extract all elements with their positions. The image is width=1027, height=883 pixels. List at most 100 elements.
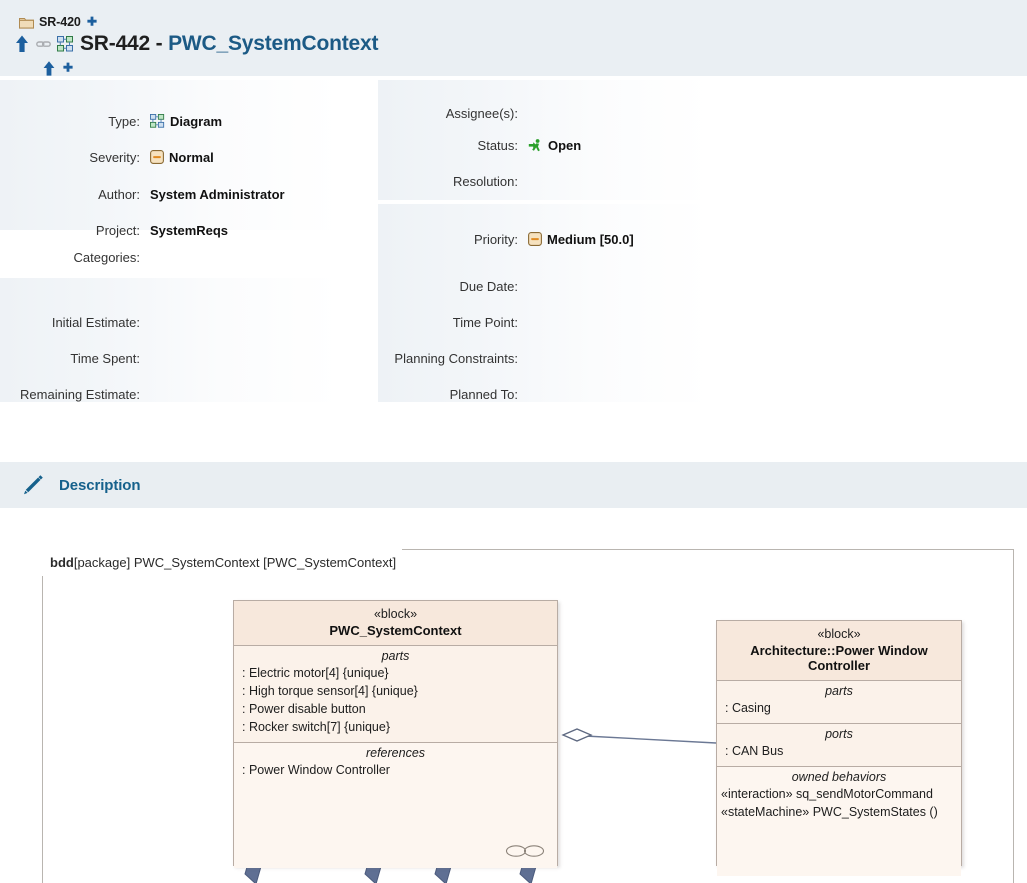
block-stereotype: «block»	[238, 607, 553, 621]
compartment-title: parts	[717, 684, 961, 698]
compartment-title: owned behaviors	[717, 770, 961, 784]
field-label: Severity:	[0, 150, 140, 165]
field-label: Assignee(s):	[378, 106, 518, 121]
field-value-text: Normal	[169, 150, 214, 165]
field-value: System Administrator	[150, 187, 285, 202]
medium-priority-icon	[528, 232, 542, 246]
field-type: Type: Diagram	[0, 112, 222, 130]
field-priority: Priority: Medium [50.0]	[378, 230, 634, 248]
up-arrow-icon[interactable]	[14, 34, 30, 54]
field-planned-to: Planned To:	[378, 385, 528, 403]
page-title-id: SR-442	[80, 32, 150, 55]
field-label: Planned To:	[378, 387, 518, 402]
field-value-text: Medium [50.0]	[547, 232, 634, 247]
field-label: Resolution:	[378, 174, 518, 189]
compartment-item: : Casing	[717, 699, 961, 717]
bdd-frame-kind: bdd	[50, 555, 74, 570]
field-label: Initial Estimate:	[0, 315, 140, 330]
up-arrow-icon[interactable]	[42, 60, 56, 77]
block-header: «block» Architecture::Power Window Contr…	[717, 621, 961, 681]
field-value-text: Open	[548, 138, 581, 153]
page-title-name: PWC_SystemContext	[168, 32, 378, 55]
field-value: SystemReqs	[150, 223, 228, 238]
field-label: Time Spent:	[0, 351, 140, 366]
add-icon[interactable]	[86, 16, 98, 28]
field-label: Planning Constraints:	[378, 351, 518, 366]
block-pwc-system-context[interactable]: «block» PWC_SystemContext parts : Electr…	[233, 600, 558, 866]
block-power-window-controller[interactable]: «block» Architecture::Power Window Contr…	[716, 620, 962, 866]
block-compartment-parts: parts : Electric motor[4] {unique} : Hig…	[234, 646, 557, 743]
normal-severity-icon	[150, 150, 164, 164]
field-label: Status:	[378, 138, 518, 153]
field-remaining-estimate: Remaining Estimate:	[0, 385, 150, 403]
compartment-item: : Electric motor[4] {unique}	[234, 664, 557, 682]
block-name: Architecture::Power Window Controller	[721, 643, 957, 673]
field-label: Remaining Estimate:	[0, 387, 140, 402]
fields-area: Type: Diagram Severity:	[0, 76, 1027, 421]
add-icon[interactable]	[62, 62, 74, 74]
folder-icon	[19, 16, 34, 29]
compartment-item: : Rocker switch[7] {unique}	[234, 718, 557, 736]
compartment-item: : CAN Bus	[717, 742, 961, 760]
field-time-spent: Time Spent:	[0, 349, 150, 367]
section-title: Description	[59, 477, 140, 494]
field-status: Status: Open	[378, 136, 581, 154]
compartment-title: parts	[234, 649, 557, 663]
block-compartment-owned-behaviors: owned behaviors «interaction» sq_sendMot…	[717, 767, 961, 876]
field-time-point: Time Point:	[378, 313, 528, 331]
field-value-text: System Administrator	[150, 187, 285, 202]
field-value: Diagram	[150, 114, 222, 129]
diagram-icon	[57, 36, 74, 53]
compartment-item: : Power Window Controller	[234, 761, 557, 779]
pencil-icon	[20, 472, 46, 498]
sub-icon-row	[42, 59, 1027, 77]
left-panel-time	[0, 278, 340, 402]
field-project: Project: SystemReqs	[0, 221, 228, 239]
block-compartment-ports: ports : CAN Bus	[717, 724, 961, 767]
description-section-header[interactable]: Description	[0, 462, 1027, 508]
compartment-title: ports	[717, 727, 961, 741]
field-label: Categories:	[0, 250, 140, 265]
compartment-item: «stateMachine» PWC_SystemStates ()	[717, 803, 961, 821]
field-severity: Severity: Normal	[0, 148, 214, 166]
compartment-item: : Power disable button	[234, 700, 557, 718]
field-label: Type:	[0, 114, 140, 129]
constraint-port-icon	[505, 844, 545, 858]
field-author: Author: System Administrator	[0, 185, 285, 203]
field-label: Author:	[0, 187, 140, 202]
page-header: SR-420 SR-44	[0, 0, 1027, 76]
field-value-text: Diagram	[170, 114, 222, 129]
breadcrumb-parent-id[interactable]: SR-420	[39, 15, 81, 29]
link-icon[interactable]	[36, 38, 51, 50]
breadcrumb[interactable]: SR-420	[19, 14, 1027, 30]
field-label: Priority:	[378, 232, 518, 247]
field-planning-constraints: Planning Constraints:	[378, 349, 528, 367]
compartment-title: references	[234, 746, 557, 760]
block-stereotype: «block»	[721, 627, 957, 641]
field-value: Open	[528, 138, 581, 153]
open-status-icon	[528, 138, 543, 153]
field-label: Project:	[0, 223, 140, 238]
compartment-item: «interaction» sq_sendMotorCommand	[717, 785, 961, 803]
block-compartment-references: references : Power Window Controller	[234, 743, 557, 868]
field-initial-estimate: Initial Estimate:	[0, 313, 150, 331]
diagram-icon	[150, 114, 165, 129]
page-title: SR-442 - PWC_SystemContext	[80, 32, 378, 56]
page-title-row: SR-442 - PWC_SystemContext	[14, 32, 1027, 56]
field-label: Time Point:	[378, 315, 518, 330]
description-diagram: bdd[package] PWC_SystemContext [PWC_Syst…	[0, 508, 1027, 883]
block-header: «block» PWC_SystemContext	[234, 601, 557, 646]
field-resolution: Resolution:	[378, 172, 528, 190]
bdd-frame-label-rest: [package] PWC_SystemContext [PWC_SystemC…	[74, 555, 396, 570]
field-categories: Categories:	[0, 248, 150, 266]
field-label: Due Date:	[378, 279, 518, 294]
field-value-text: SystemReqs	[150, 223, 228, 238]
field-assignees: Assignee(s):	[378, 104, 528, 122]
field-value: Medium [50.0]	[528, 232, 634, 247]
compartment-item: : High torque sensor[4] {unique}	[234, 682, 557, 700]
bdd-frame-label: bdd[package] PWC_SystemContext [PWC_Syst…	[42, 549, 402, 576]
block-name: PWC_SystemContext	[238, 623, 553, 638]
block-compartment-parts: parts : Casing	[717, 681, 961, 724]
field-due-date: Due Date:	[378, 277, 528, 295]
field-value: Normal	[150, 150, 214, 165]
